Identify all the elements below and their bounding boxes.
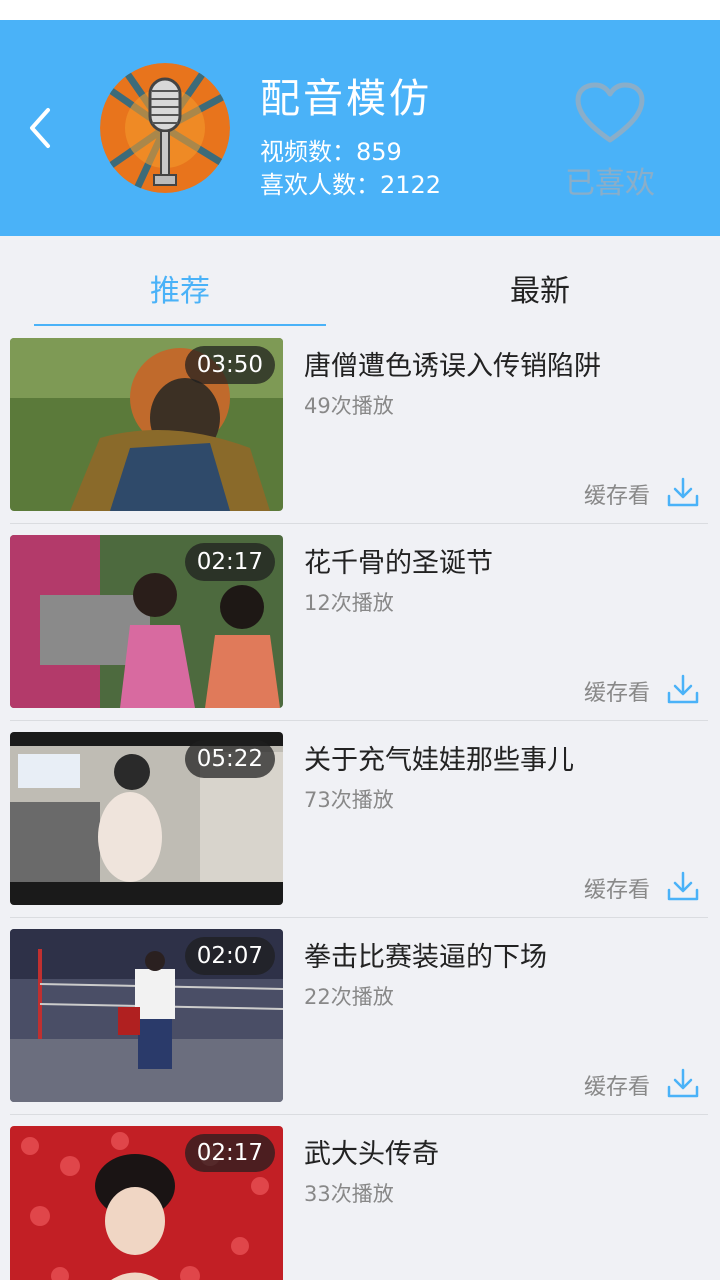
play-count: 12次播放 — [304, 591, 394, 615]
video-thumbnail[interactable]: 02:07 — [10, 929, 283, 1102]
video-title[interactable]: 武大头传奇 — [304, 1132, 439, 1171]
divider — [10, 917, 708, 918]
cache-watch-label: 缓存看 — [584, 878, 651, 903]
play-count: 73次播放 — [304, 788, 394, 812]
divider — [10, 720, 708, 721]
video-duration: 03:50 — [184, 346, 275, 384]
microphone-icon — [100, 63, 230, 193]
video-thumbnail[interactable]: 05:22 — [10, 732, 283, 905]
liked-label: 已喜欢 — [565, 166, 655, 201]
video-title[interactable]: 花千骨的圣诞节 — [304, 541, 493, 580]
play-count: 49次播放 — [304, 394, 394, 418]
download-icon — [667, 871, 699, 901]
status-bar — [0, 0, 720, 20]
like-count: 喜欢人数：2122 — [260, 171, 442, 199]
cache-watch-label: 缓存看 — [584, 1075, 651, 1100]
channel-header: 配音模仿 视频数：859 喜欢人数：2122 已喜欢 — [0, 20, 720, 236]
video-thumbnail[interactable]: 03:50 — [10, 338, 283, 511]
download-icon — [667, 674, 699, 704]
divider — [10, 523, 708, 524]
download-icon — [667, 1068, 699, 1098]
heart-icon — [575, 82, 645, 143]
video-item[interactable]: 03:50 唐僧遭色诱误入传销陷阱 49次播放 缓存看 — [0, 338, 720, 535]
play-count: 22次播放 — [304, 985, 394, 1009]
download-icon — [667, 477, 699, 507]
video-duration: 05:22 — [184, 740, 275, 778]
back-arrow-icon — [30, 108, 50, 148]
tab-latest[interactable]: 最新 — [440, 266, 640, 310]
divider — [10, 1114, 708, 1115]
video-duration: 02:07 — [184, 937, 275, 975]
liked-button[interactable]: 已喜欢 — [560, 80, 660, 220]
cache-watch-button[interactable]: 缓存看 — [580, 870, 706, 904]
channel-title: 配音模仿 — [260, 76, 432, 122]
video-item[interactable]: 02:17 武大头传奇 33次播放 — [0, 1126, 720, 1280]
video-item[interactable]: 02:07 拳击比赛装逼的下场 22次播放 缓存看 — [0, 929, 720, 1126]
video-item[interactable]: 05:22 关于充气娃娃那些事儿 73次播放 缓存看 — [0, 732, 720, 929]
video-thumbnail[interactable]: 02:17 — [10, 1126, 283, 1280]
channel-avatar — [100, 63, 230, 193]
tab-bar: 推荐 最新 — [0, 236, 720, 328]
video-title[interactable]: 拳击比赛装逼的下场 — [304, 935, 547, 974]
video-duration: 02:17 — [184, 543, 275, 581]
cache-watch-button[interactable]: 缓存看 — [580, 1067, 706, 1101]
cache-watch-button[interactable]: 缓存看 — [580, 476, 706, 510]
video-title[interactable]: 唐僧遭色诱误入传销陷阱 — [304, 344, 601, 383]
cache-watch-label: 缓存看 — [584, 681, 651, 706]
cache-watch-button[interactable]: 缓存看 — [580, 673, 706, 707]
tab-recommended[interactable]: 推荐 — [80, 266, 280, 310]
active-tab-indicator — [34, 324, 326, 326]
video-duration: 02:17 — [184, 1134, 275, 1172]
back-button[interactable] — [22, 104, 62, 152]
video-item[interactable]: 02:17 花千骨的圣诞节 12次播放 缓存看 — [0, 535, 720, 732]
play-count: 33次播放 — [304, 1182, 394, 1206]
cache-watch-label: 缓存看 — [584, 484, 651, 509]
video-title[interactable]: 关于充气娃娃那些事儿 — [304, 738, 574, 777]
video-count: 视频数：859 — [260, 138, 402, 166]
video-thumbnail[interactable]: 02:17 — [10, 535, 283, 708]
